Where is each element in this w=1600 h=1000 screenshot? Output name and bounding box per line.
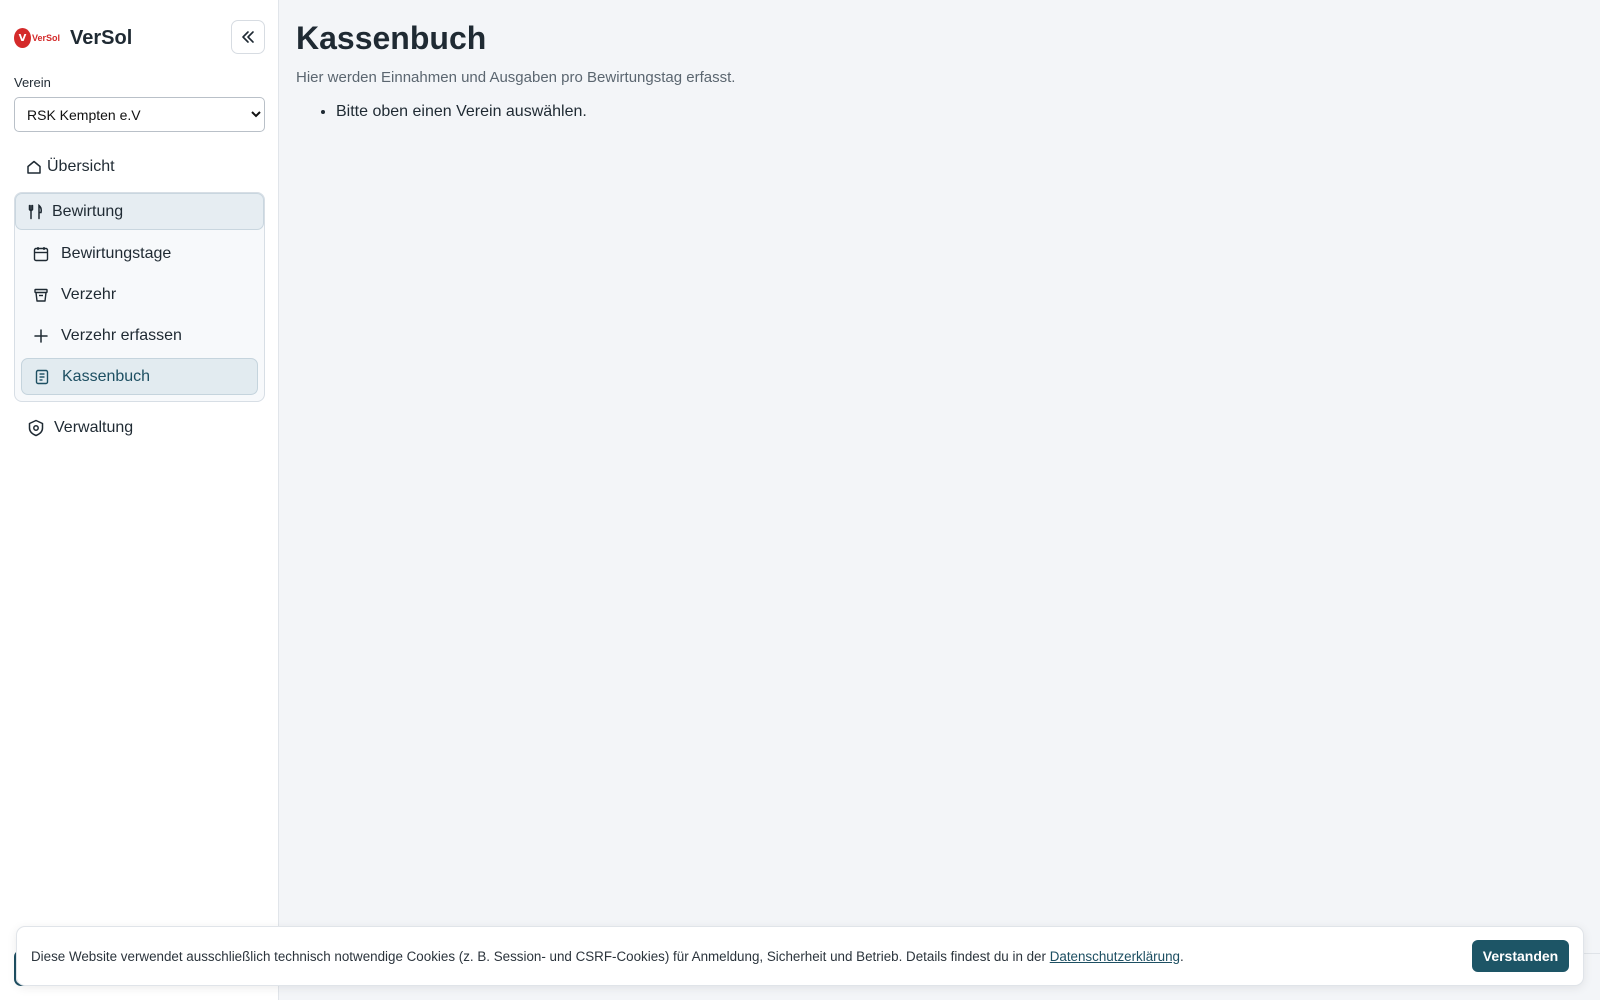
main-content: Kassenbuch Hier werden Einnahmen und Aus… <box>296 20 735 121</box>
nav-item-verwaltung[interactable]: Verwaltung <box>26 418 133 438</box>
versol-logo: V VerSol <box>14 26 60 50</box>
accept-cookies-button[interactable]: Verstanden <box>1472 940 1569 972</box>
page-subtitle: Hier werden Einnahmen und Ausgaben pro B… <box>296 69 736 86</box>
sidebar-item-kassenbuch[interactable]: Kassenbuch <box>21 358 258 395</box>
sidebar-item-label: Bewirtungstage <box>61 244 172 262</box>
nav-item-verwaltung-label: Verwaltung <box>54 419 134 436</box>
club-label: Verein <box>14 75 51 90</box>
chevrons-left-icon <box>240 29 256 45</box>
calendar-icon <box>33 246 49 262</box>
archive-icon <box>33 287 49 303</box>
sidebar-item-label: Verzehr <box>61 285 117 303</box>
brand-name: VerSol <box>70 26 133 49</box>
nav-item-overview[interactable]: Übersicht <box>26 157 115 177</box>
home-icon <box>26 157 42 177</box>
collapse-sidebar-button[interactable] <box>231 20 265 54</box>
club-select[interactable]: RSK Kempten e.V <box>14 97 265 132</box>
page-title: Kassenbuch <box>296 20 487 56</box>
cookie-message: Diese Website verwendet ausschließlich t… <box>31 948 1050 964</box>
cookie-banner: Diese Website verwendet ausschließlich t… <box>16 926 1584 986</box>
cookie-suffix: . <box>1179 948 1184 964</box>
plus-icon <box>33 328 49 344</box>
logo-mark-icon: V <box>14 28 31 48</box>
shield-settings-icon <box>26 418 46 438</box>
message-list: Bitte oben einen Verein auswählen. <box>336 103 735 121</box>
sidebar-item-label: Kassenbuch <box>62 367 151 385</box>
document-icon <box>34 369 50 385</box>
privacy-policy-link[interactable]: Datenschutzerklärung <box>1050 949 1180 964</box>
sidebar-item-label: Verzehr erfassen <box>61 326 182 344</box>
nav-group-bewirtung[interactable]: Bewirtung <box>15 193 264 230</box>
sidebar-item-verzehr-erfassen[interactable]: Verzehr erfassen <box>21 317 258 354</box>
cookie-text: Diese Website verwendet ausschließlich t… <box>31 949 1184 964</box>
brand[interactable]: V VerSol VerSol <box>14 26 132 50</box>
sidebar-item-bewirtungstage[interactable]: Bewirtungstage <box>21 235 258 272</box>
nav-item-overview-label: Übersicht <box>47 158 115 175</box>
logo-text: VerSol <box>31 33 60 43</box>
nav-group-bewirtung-label: Bewirtung <box>52 202 124 220</box>
utensils-icon <box>28 203 44 220</box>
sidebar-item-verzehr[interactable]: Verzehr <box>21 276 258 313</box>
sidebar: V VerSol VerSol Verein RSK Kempten e.V Ü… <box>0 0 279 1000</box>
list-item: Bitte oben einen Verein auswählen. <box>336 103 735 121</box>
